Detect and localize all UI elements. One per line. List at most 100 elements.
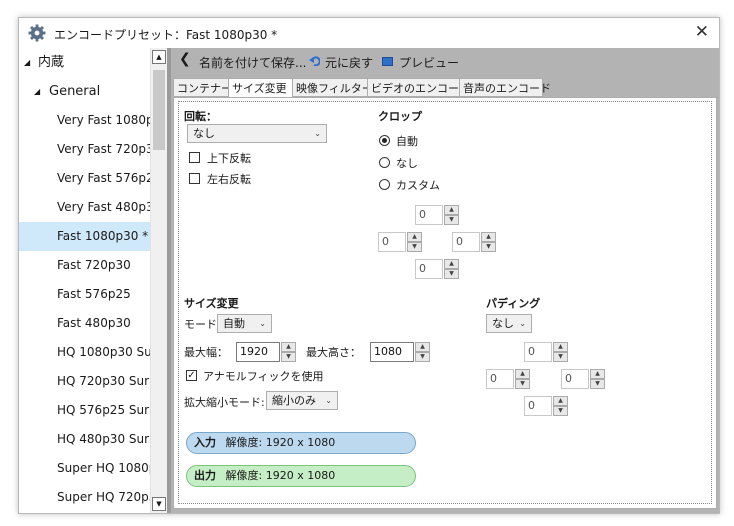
crop-label: クロップ bbox=[378, 110, 422, 123]
tab-container[interactable]: コンテナー bbox=[173, 78, 232, 97]
stepper-down-icon[interactable]: ▼ bbox=[553, 352, 568, 362]
preset-item-label: Fast 576p25 bbox=[57, 287, 131, 301]
flip-vertical-checkbox[interactable] bbox=[189, 152, 200, 163]
max-height-value[interactable]: 1080 bbox=[370, 342, 414, 362]
stepper-down-icon[interactable]: ▼ bbox=[281, 352, 296, 362]
preset-tree: ◢ 内蔵 ◢ General Very Fast 1080p30 Very Fas… bbox=[19, 48, 167, 513]
undo-icon[interactable] bbox=[309, 56, 320, 66]
save-as-button[interactable]: 名前を付けて保存... bbox=[199, 54, 306, 71]
preset-item[interactable]: Fast 480p30 bbox=[19, 309, 150, 338]
scale-mode-dropdown[interactable]: 縮小のみ ⌄ bbox=[266, 391, 338, 410]
preset-item[interactable]: Very Fast 576p25 bbox=[19, 164, 150, 193]
rotation-dropdown[interactable]: なし ⌄ bbox=[187, 124, 327, 143]
tab-filters[interactable]: 映像フィルター bbox=[292, 78, 373, 97]
crop-left-value[interactable]: 0 bbox=[378, 232, 406, 252]
stepper-up-icon[interactable]: ▲ bbox=[415, 342, 430, 352]
padding-dropdown[interactable]: なし ⌄ bbox=[486, 314, 532, 333]
resize-mode-dropdown[interactable]: 自動 ⌄ bbox=[217, 314, 272, 333]
stepper-up-icon[interactable]: ▲ bbox=[553, 342, 568, 352]
preset-item[interactable]: HQ 1080p30 Surround bbox=[19, 338, 150, 367]
preset-item[interactable]: Very Fast 720p30 bbox=[19, 135, 150, 164]
preset-item-label: HQ 720p30 Surround bbox=[57, 374, 150, 388]
padding-right-value[interactable]: 0 bbox=[561, 369, 589, 389]
tab-panel-dimensions: 回転： なし ⌄ 上下反転 左右反転 クロップ 自動 なし カスタム 0 ▲ ▼… bbox=[173, 97, 717, 509]
tree-scrollbar[interactable]: ▲ ▼ bbox=[150, 48, 168, 513]
padding-bottom-value[interactable]: 0 bbox=[524, 396, 552, 416]
stepper-down-icon[interactable]: ▼ bbox=[590, 379, 605, 389]
stepper-up-icon[interactable]: ▲ bbox=[515, 369, 530, 379]
stepper-down-icon[interactable]: ▼ bbox=[444, 269, 459, 279]
resize-mode-label: モード: bbox=[184, 318, 221, 331]
max-width-label: 最大幅： bbox=[184, 346, 228, 359]
max-width-value[interactable]: 1920 bbox=[236, 342, 280, 362]
tree-node-label: General bbox=[49, 84, 101, 99]
flip-horizontal-checkbox[interactable] bbox=[189, 173, 200, 184]
preset-item-label: HQ 480p30 Surround bbox=[57, 432, 150, 446]
padding-label: パディング bbox=[486, 297, 541, 310]
stepper-down-icon[interactable]: ▼ bbox=[407, 242, 422, 252]
close-button[interactable]: ✕ bbox=[695, 22, 709, 42]
crop-custom-radio[interactable] bbox=[379, 179, 390, 190]
padding-left-value[interactable]: 0 bbox=[486, 369, 514, 389]
anamorphic-checkbox[interactable]: ✓ bbox=[186, 370, 197, 381]
tree-node-label: 内蔵 bbox=[38, 55, 65, 70]
preset-item-label: HQ 1080p30 Surround bbox=[57, 345, 150, 359]
preset-item[interactable]: Very Fast 1080p30 bbox=[19, 106, 150, 135]
back-button[interactable]: ❮ bbox=[179, 51, 191, 67]
tab-video[interactable]: ビデオのエンコード bbox=[367, 78, 470, 97]
stepper-up-icon[interactable]: ▲ bbox=[407, 232, 422, 242]
preset-item-label: Very Fast 576p25 bbox=[57, 171, 150, 185]
tab-audio[interactable]: 音声のエンコード bbox=[459, 78, 551, 97]
checkmark-icon: ✓ bbox=[187, 370, 196, 381]
preset-item-label: Very Fast 1080p30 bbox=[57, 113, 150, 127]
stepper-down-icon[interactable]: ▼ bbox=[515, 379, 530, 389]
preset-item[interactable]: Super HQ 1080p30 bbox=[19, 454, 150, 483]
preset-item-label: HQ 576p25 Surround bbox=[57, 403, 150, 417]
tab-dimensions[interactable]: サイズ変更 bbox=[228, 78, 293, 99]
preset-item[interactable]: HQ 720p30 Surround bbox=[19, 367, 150, 396]
crop-none-radio[interactable] bbox=[379, 157, 390, 168]
scroll-thumb[interactable] bbox=[153, 70, 165, 150]
stepper-up-icon[interactable]: ▲ bbox=[590, 369, 605, 379]
resize-label: サイズ変更 bbox=[184, 297, 239, 310]
preview-icon[interactable] bbox=[382, 57, 393, 66]
preset-item[interactable]: HQ 576p25 Surround bbox=[19, 396, 150, 425]
tree-node-builtin[interactable]: ◢ 内蔵 bbox=[19, 48, 150, 77]
chevron-down-icon: ⌄ bbox=[519, 319, 526, 328]
padding-top-value[interactable]: 0 bbox=[524, 342, 552, 362]
toolbar: ❮ 名前を付けて保存... 元に戻す プレビュー bbox=[171, 48, 719, 76]
radio-dot-icon bbox=[382, 138, 387, 143]
max-height-label: 最大高さ： bbox=[306, 346, 361, 359]
stepper-down-icon[interactable]: ▼ bbox=[553, 406, 568, 416]
scroll-up-icon[interactable]: ▲ bbox=[152, 50, 166, 64]
expand-arrow-icon[interactable]: ◢ bbox=[34, 77, 40, 106]
stepper-up-icon[interactable]: ▲ bbox=[444, 259, 459, 269]
undo-button[interactable]: 元に戻す bbox=[325, 54, 373, 71]
stepper-up-icon[interactable]: ▲ bbox=[444, 205, 459, 215]
expand-arrow-icon[interactable]: ◢ bbox=[24, 48, 30, 77]
stepper-up-icon[interactable]: ▲ bbox=[553, 396, 568, 406]
crop-bottom-value[interactable]: 0 bbox=[415, 259, 443, 279]
scroll-down-icon[interactable]: ▼ bbox=[152, 497, 166, 511]
crop-auto-radio[interactable] bbox=[379, 135, 390, 146]
stepper-up-icon[interactable]: ▲ bbox=[281, 342, 296, 352]
preset-item-label: Very Fast 720p30 bbox=[57, 142, 150, 156]
gear-icon bbox=[28, 24, 46, 42]
stepper-down-icon[interactable]: ▼ bbox=[415, 352, 430, 362]
preset-item[interactable]: Very Fast 480p30 bbox=[19, 193, 150, 222]
flip-vertical-label: 上下反転 bbox=[207, 152, 251, 165]
stepper-up-icon[interactable]: ▲ bbox=[481, 232, 496, 242]
crop-right-value[interactable]: 0 bbox=[452, 232, 480, 252]
tree-node-general[interactable]: ◢ General bbox=[19, 77, 150, 106]
preset-item[interactable]: Super HQ 720p30 bbox=[19, 483, 150, 512]
stepper-down-icon[interactable]: ▼ bbox=[481, 242, 496, 252]
preset-item[interactable]: HQ 480p30 Surround bbox=[19, 425, 150, 454]
stepper-down-icon[interactable]: ▼ bbox=[444, 215, 459, 225]
crop-top-value[interactable]: 0 bbox=[415, 205, 443, 225]
rotation-label: 回転： bbox=[184, 110, 217, 123]
preset-item[interactable]: Fast 576p25 bbox=[19, 280, 150, 309]
preset-item[interactable]: Fast 720p30 bbox=[19, 251, 150, 280]
preset-item[interactable]: Fast 1080p30 * bbox=[19, 222, 150, 251]
output-label: 出力 bbox=[194, 469, 216, 482]
preview-button[interactable]: プレビュー bbox=[399, 54, 459, 71]
